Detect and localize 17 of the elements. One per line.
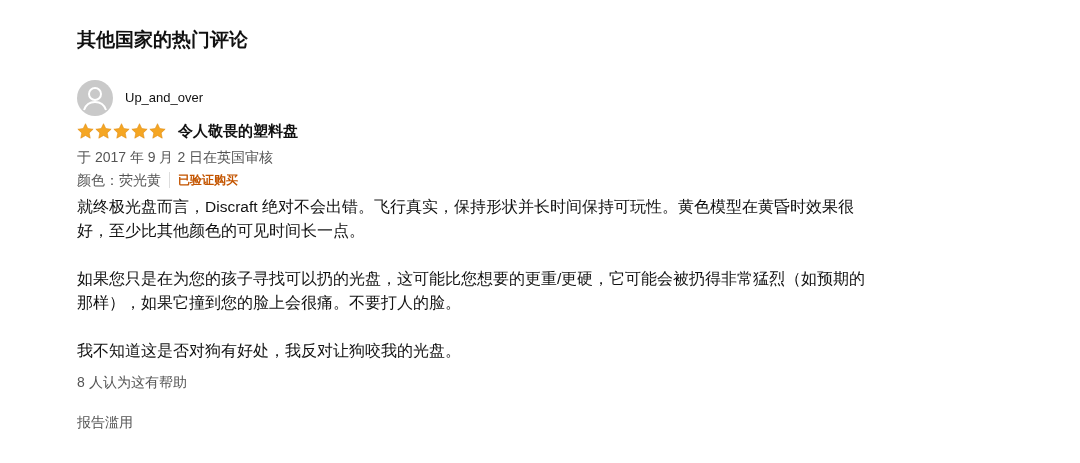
star-icon [149, 123, 166, 140]
review-paragraph: 如果您只是在为您的孩子寻找可以扔的光盘，这可能比您想要的更重/更硬，它可能会被扔得非常猛烈（如预期的那样），如果它撞到您的脸上会很痛。不要打人的脸。 [77, 268, 867, 313]
review-paragraph: 就终极光盘而言，Discraft 绝对不会出错。飞行真实，保持形状并长时间保持可玩性。黄色模型在黄昏时效果很好，至少比其他颜色的可见时间长一点。 [77, 196, 855, 241]
variant-label: 颜色：荧光黄 [77, 170, 161, 190]
report-abuse-link[interactable]: 报告滥用 [77, 410, 133, 433]
review-date: 于 2017 年 9 月 2 日在英国审核 [77, 147, 275, 167]
star-icon [95, 123, 112, 140]
star-icon [77, 123, 94, 140]
helpful-count: 8 人认为这有帮助 [77, 372, 188, 392]
review-paragraph: 我不知道这是否对狗有好处，我反对让狗咬我的光盘。 [77, 340, 462, 361]
verified-purchase-label: 已验证购买 [178, 171, 238, 189]
star-icon [131, 123, 148, 140]
star-icon [113, 123, 130, 140]
reviewer-name: Up_and_over [125, 89, 204, 108]
review-title: 令人敬畏的塑料盘 [178, 121, 298, 141]
section-title: 其他国家的热门评论 [77, 28, 249, 52]
avatar-icon [77, 80, 113, 116]
